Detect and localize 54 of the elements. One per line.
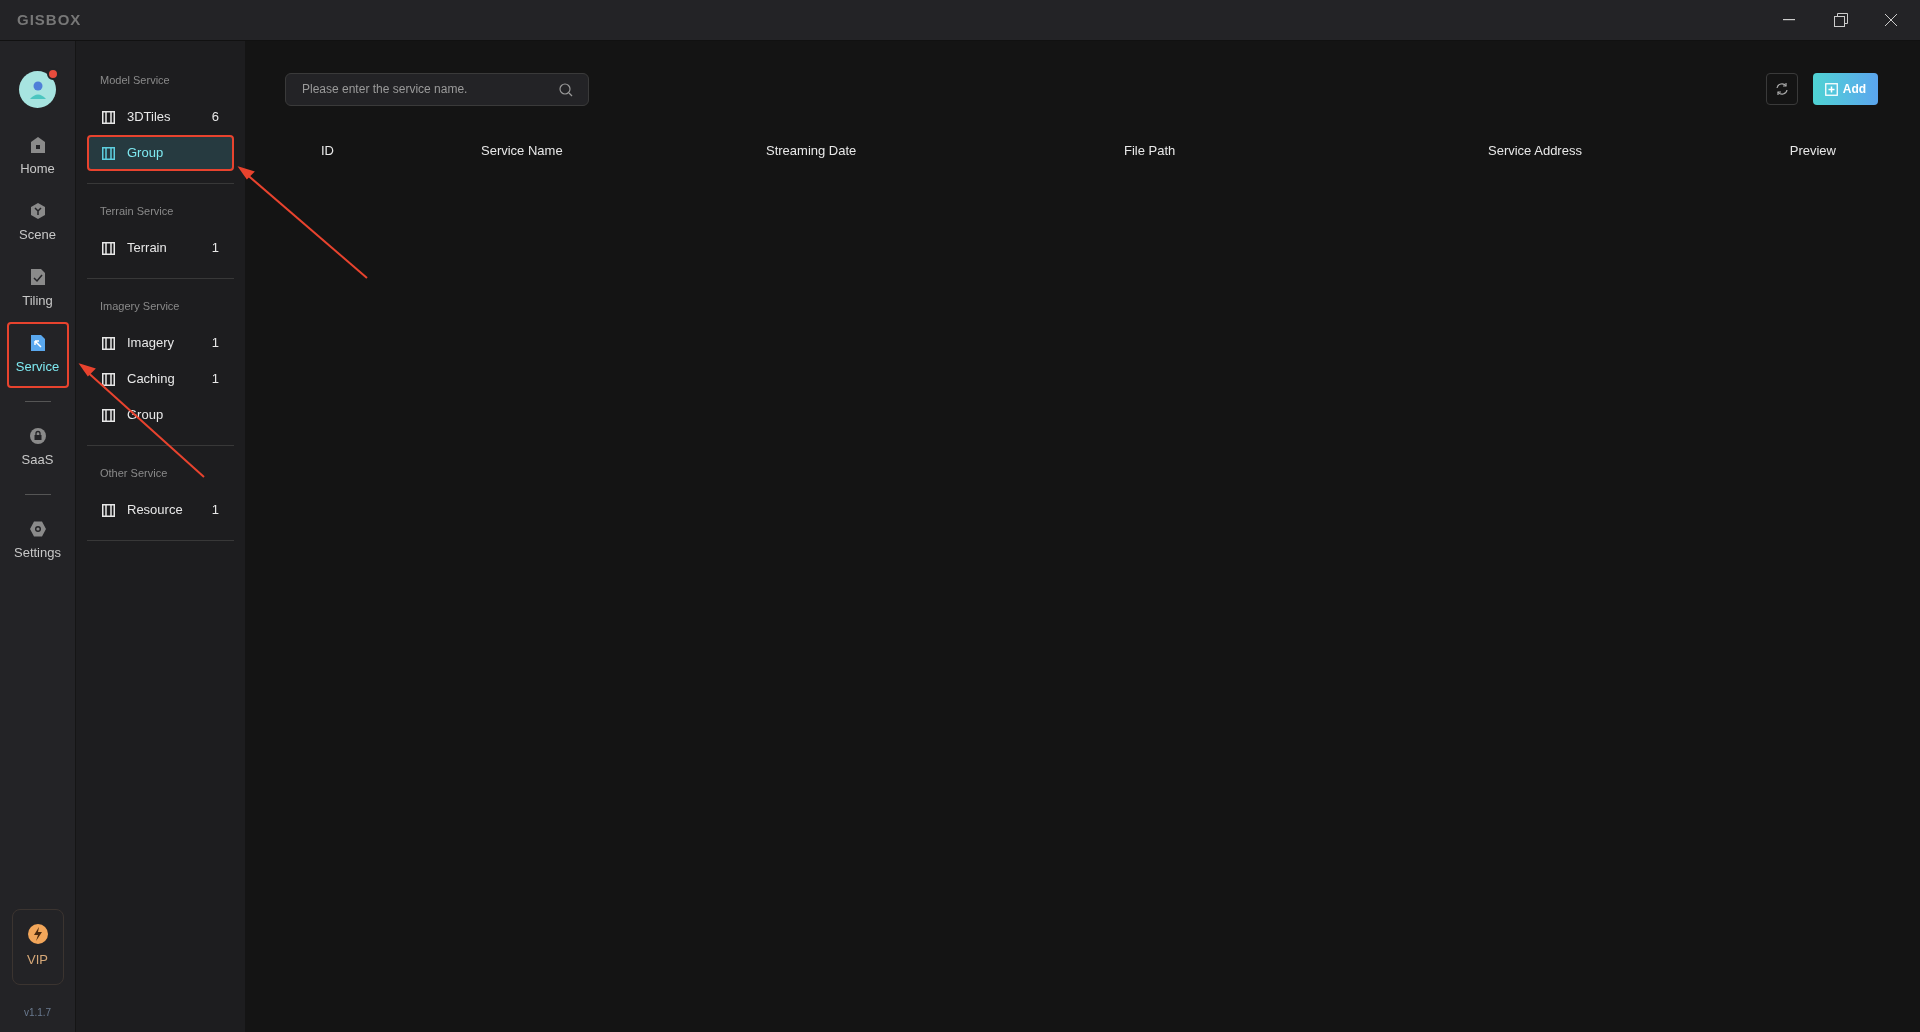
restore-icon <box>1834 13 1848 27</box>
category-item[interactable]: 3DTiles 6 <box>87 99 234 135</box>
search-icon <box>559 82 573 97</box>
column-header: Service Name <box>480 142 564 161</box>
column-header: File Path <box>1123 142 1177 161</box>
section-title: Terrain Service <box>99 203 175 219</box>
house-icon <box>28 135 47 154</box>
settings-icon <box>28 519 47 538</box>
frame-icon <box>102 146 115 160</box>
column-header: Service Address <box>1487 142 1583 161</box>
frame-icon <box>102 503 115 517</box>
nav-item[interactable]: Settings <box>6 508 69 574</box>
section-title: Imagery Service <box>99 298 181 314</box>
refresh-button[interactable] <box>1766 73 1798 105</box>
column-header: ID <box>320 142 335 161</box>
document-arrow-icon <box>28 333 47 352</box>
nav-item[interactable]: Scene <box>6 190 69 256</box>
plus-box-icon <box>1824 82 1838 96</box>
category-item[interactable]: Resource 1 <box>87 492 234 528</box>
user-icon <box>27 79 48 100</box>
lightning-icon <box>27 924 48 945</box>
item-count: 1 <box>211 370 219 389</box>
category-item[interactable]: Imagery 1 <box>87 325 234 361</box>
nav-item[interactable]: Service <box>6 322 69 388</box>
item-count: 1 <box>211 501 219 520</box>
frame-icon <box>102 336 115 350</box>
category-item[interactable]: Group <box>87 135 234 171</box>
section-title: Other Service <box>99 465 169 481</box>
category-item[interactable]: Terrain 1 <box>87 230 234 266</box>
refresh-icon <box>1775 82 1789 96</box>
nav-item[interactable]: Tiling <box>6 256 69 322</box>
lock-icon <box>28 426 47 445</box>
close-icon <box>1885 14 1897 26</box>
version-label: v1.1.7 <box>23 1006 52 1020</box>
cube-icon <box>28 201 47 220</box>
item-count: 1 <box>211 239 219 258</box>
search-field[interactable]: Please enter the service name. <box>285 72 589 106</box>
category-item[interactable]: Caching 1 <box>87 361 234 397</box>
frame-icon <box>102 110 115 124</box>
notification-badge <box>47 68 59 80</box>
nav-item[interactable]: SaaS <box>6 415 69 481</box>
column-header: Streaming Date <box>765 142 858 161</box>
item-count: 6 <box>211 108 219 127</box>
app-logo: GISBOX <box>17 9 82 30</box>
column-header: Preview <box>1788 142 1837 161</box>
frame-icon <box>102 372 115 386</box>
frame-icon <box>102 241 115 255</box>
frame-icon <box>102 408 115 422</box>
section-title: Model Service <box>99 72 171 88</box>
vip-button[interactable]: VIP <box>11 909 64 985</box>
minimize-icon <box>1783 19 1795 21</box>
item-count: 1 <box>211 334 219 353</box>
nav-item[interactable]: Home <box>6 124 69 190</box>
document-check-icon <box>28 267 47 286</box>
